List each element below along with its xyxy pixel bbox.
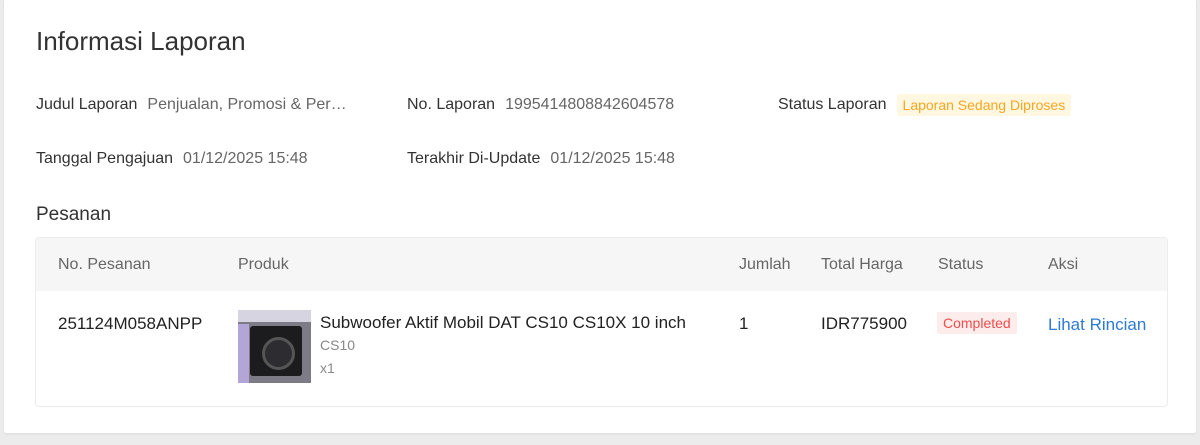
updated-date-field: Terakhir Di-Update 01/12/2025 15:48	[407, 150, 675, 168]
table-header: No. Pesanan Produk Jumlah Total Harga St…	[36, 238, 1167, 291]
report-title-field: Judul Laporan Penjualan, Promosi & Per…	[36, 96, 347, 114]
updated-date-value: 01/12/2025 15:48	[550, 150, 675, 167]
updated-date-label: Terakhir Di-Update	[407, 150, 541, 167]
report-number-field: No. Laporan 1995414808842604578	[407, 96, 674, 114]
product-variant: CS10	[320, 337, 356, 353]
order-total-price: IDR775900	[821, 314, 908, 333]
order-number: 251124M058ANPP	[58, 314, 203, 333]
report-info-card: Informasi Laporan Judul Laporan Penjuala…	[4, 0, 1196, 433]
submitted-date-field: Tanggal Pengajuan 01/12/2025 15:48	[36, 150, 308, 168]
product-name[interactable]: Subwoofer Aktif Mobil DAT CS10 CS10X 10 …	[320, 313, 686, 333]
order-status-badge: Completed	[937, 312, 1017, 334]
product-quantity-badge: x1	[320, 360, 335, 376]
orders-table: No. Pesanan Produk Jumlah Total Harga St…	[35, 237, 1168, 407]
column-header-quantity: Jumlah	[739, 256, 791, 273]
submitted-date-label: Tanggal Pengajuan	[36, 150, 174, 167]
report-status-badge: Laporan Sedang Diproses	[896, 94, 1072, 116]
report-number-value: 1995414808842604578	[505, 96, 675, 113]
page-title: Informasi Laporan	[36, 26, 246, 56]
column-header-total: Total Harga	[821, 256, 903, 273]
report-title-value: Penjualan, Promosi & Per…	[147, 96, 347, 113]
report-status-label: Status Laporan	[778, 96, 887, 113]
column-header-status: Status	[938, 256, 984, 273]
column-header-action: Aksi	[1048, 256, 1079, 273]
product-thumbnail[interactable]	[238, 310, 311, 383]
column-header-product: Produk	[238, 256, 289, 273]
orders-section-title: Pesanan	[36, 204, 112, 225]
report-title-label: Judul Laporan	[36, 96, 138, 113]
order-quantity: 1	[739, 314, 749, 333]
submitted-date-value: 01/12/2025 15:48	[183, 150, 308, 167]
speaker-cone-image	[262, 337, 295, 370]
column-header-order-no: No. Pesanan	[58, 256, 151, 273]
view-details-link[interactable]: Lihat Rincian	[1048, 315, 1146, 335]
report-status-field: Status Laporan Laporan Sedang Diproses	[778, 94, 1072, 116]
report-number-label: No. Laporan	[407, 96, 496, 113]
